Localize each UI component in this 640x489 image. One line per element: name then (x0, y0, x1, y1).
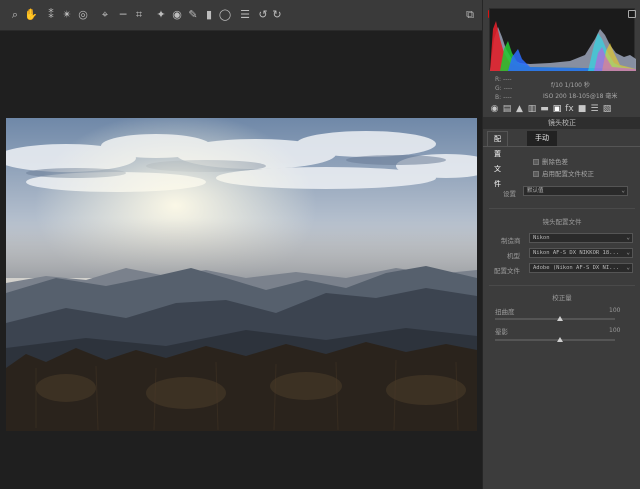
snapshots-icon[interactable]: ▧ (602, 104, 613, 115)
photo-preview[interactable] (6, 118, 477, 431)
transform-icon[interactable]: ⌗ (132, 8, 146, 22)
make-dropdown[interactable]: Nikon ⌄ (529, 233, 633, 243)
crop-icon[interactable]: ⌖ (98, 8, 112, 22)
model-value: Nikon AF-S DX NIKKOR 18... (533, 250, 620, 256)
chevron-down-icon: ⌄ (626, 234, 630, 241)
hsl-icon[interactable]: ▥ (527, 104, 538, 115)
checkbox-label: 删除色差 (542, 158, 568, 166)
histogram-graph (490, 21, 636, 71)
vignetting-value: 100 (609, 327, 621, 334)
divider (489, 285, 635, 286)
tab-profile[interactable]: 配置文件 (487, 131, 508, 188)
profile-label: 配置文件 (494, 267, 520, 275)
model-dropdown[interactable]: Nikon AF-S DX NIKKOR 18... ⌄ (529, 248, 633, 258)
fullscreen-icon[interactable]: ⧉ (463, 8, 477, 22)
make-label: 制造商 (501, 237, 521, 245)
histogram (489, 8, 636, 71)
profile-dropdown[interactable]: Adobe (Nikon AF-S DX NI... ⌄ (529, 263, 633, 273)
chevron-down-icon: ⌄ (621, 187, 625, 194)
radial-filter-icon[interactable]: ◯ (218, 8, 232, 22)
distortion-value: 100 (609, 307, 621, 314)
red-eye-icon[interactable]: ◉ (170, 8, 184, 22)
detail-icon[interactable]: ▲ (514, 104, 525, 115)
highlight-clipping-warning-icon[interactable] (628, 10, 636, 18)
white-balance-icon[interactable]: ⁑ (44, 8, 58, 22)
spot-removal-icon[interactable]: ✦ (154, 8, 168, 22)
vignetting-label: 晕影 (495, 328, 508, 336)
divider (489, 208, 635, 209)
section-lens-profile: 镜头配置文件 (542, 218, 582, 226)
distortion-slider[interactable] (495, 316, 615, 321)
panel-tab-bar: ◉ ▤ ▲ ▥ ▬ ▣ fx ■ ☰ ▧ (486, 104, 638, 116)
checkbox-box (533, 171, 539, 177)
graduated-filter-icon[interactable]: ▮ (202, 8, 216, 22)
setup-dropdown[interactable]: 默认值 ⌄ (523, 186, 628, 196)
image-info: R: ---- G: ---- B: ---- f/10 1/100 秒 ISO… (483, 74, 640, 104)
lens-corrections-icon[interactable]: ▣ (552, 104, 563, 115)
model-label: 机型 (507, 252, 520, 260)
adjustment-brush-icon[interactable]: ✎ (186, 8, 200, 22)
hand-icon[interactable]: ✋ (24, 8, 38, 22)
enable-profile-checkbox[interactable]: 启用配置文件校正 (533, 168, 594, 178)
iso-lens-info: ISO 200 18-105@18 毫米 (543, 93, 618, 100)
split-toning-icon[interactable]: ▬ (539, 104, 550, 115)
distortion-slider-thumb[interactable] (557, 316, 563, 321)
camera-calibration-icon[interactable]: ■ (577, 104, 588, 115)
setup-label: 设置 (503, 190, 516, 198)
toolbar: ⌕ ✋ ⁑ ✴ ◎ ⌖ ─ ⌗ ✦ ◉ ✎ ▮ ◯ ☰ ↺ ↻ ⧉ (0, 0, 482, 31)
chevron-down-icon: ⌄ (626, 249, 630, 256)
checkbox-label: 启用配置文件校正 (542, 170, 594, 178)
rotate-ccw-icon[interactable]: ↺ (256, 8, 270, 22)
r-readout: R: ---- (495, 76, 512, 83)
tab-divider (483, 146, 640, 147)
checkbox-box (533, 159, 539, 165)
setup-value: 默认值 (527, 188, 544, 194)
camera-raw-window: ⌕ ✋ ⁑ ✴ ◎ ⌖ ─ ⌗ ✦ ◉ ✎ ▮ ◯ ☰ ↺ ↻ ⧉ R: ---… (0, 0, 640, 489)
chevron-down-icon: ⌄ (626, 264, 630, 271)
zoom-icon[interactable]: ⌕ (8, 8, 22, 22)
basic-icon[interactable]: ◉ (489, 104, 500, 115)
panel-title: 镜头校正 (483, 117, 640, 129)
vignetting-slider[interactable] (495, 337, 615, 342)
presets-icon[interactable]: ☰ (589, 104, 600, 115)
profile-value: Adobe (Nikon AF-S DX NI... (533, 265, 620, 271)
targeted-adjustment-icon[interactable]: ◎ (76, 8, 90, 22)
g-readout: G: ---- (495, 85, 513, 92)
tab-manual[interactable]: 手动 (527, 131, 557, 146)
section-amount: 校正量 (552, 294, 572, 302)
effects-icon[interactable]: fx (564, 104, 575, 115)
image-canvas[interactable] (0, 31, 482, 489)
right-panel: R: ---- G: ---- B: ---- f/10 1/100 秒 ISO… (482, 0, 640, 489)
straighten-icon[interactable]: ─ (116, 8, 130, 22)
landscape-photo (6, 118, 477, 431)
distortion-label: 扭曲度 (495, 308, 515, 316)
make-value: Nikon (533, 235, 550, 241)
preferences-icon[interactable]: ☰ (238, 8, 252, 22)
vignetting-slider-thumb[interactable] (557, 337, 563, 342)
exposure-info: f/10 1/100 秒 (551, 82, 590, 89)
remove-ca-checkbox[interactable]: 删除色差 (533, 156, 568, 166)
color-sampler-icon[interactable]: ✴ (60, 8, 74, 22)
rotate-cw-icon[interactable]: ↻ (270, 8, 284, 22)
tone-curve-icon[interactable]: ▤ (502, 104, 513, 115)
b-readout: B: ---- (495, 94, 512, 101)
